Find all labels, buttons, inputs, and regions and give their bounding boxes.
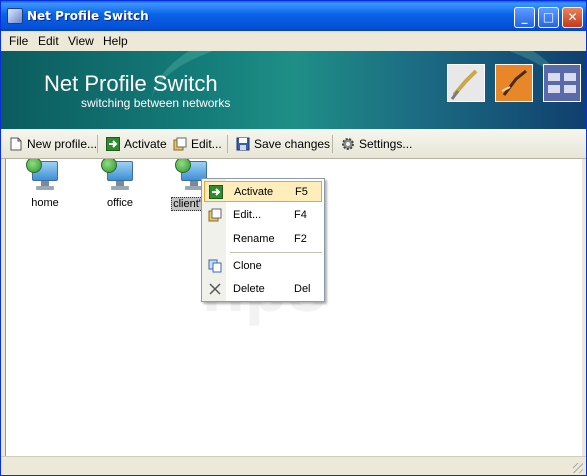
context-item-shortcut: Del [294, 283, 311, 295]
save-changes-label: Save changes [254, 137, 331, 151]
cable-image-orange [495, 64, 533, 102]
context-item-edit[interactable]: Edit... F4 [204, 205, 322, 226]
banner-subtitle: switching between networks [81, 96, 231, 110]
context-item-label: Rename [233, 233, 275, 245]
cable-image-white [447, 64, 485, 102]
save-changes-button[interactable]: Save changes [236, 135, 330, 153]
context-item-label: Clone [233, 260, 262, 272]
new-document-icon [10, 137, 22, 151]
context-item-shortcut: F2 [294, 233, 307, 245]
context-item-label: Edit... [233, 209, 262, 221]
profile-item-office[interactable]: office [85, 159, 155, 209]
activate-label: Activate [124, 137, 167, 151]
edit-button[interactable]: Edit... [173, 135, 222, 153]
window-title: Net Profile Switch [27, 9, 149, 23]
context-item-clone[interactable]: Clone [204, 256, 322, 277]
save-disk-icon [236, 137, 250, 151]
menu-file[interactable]: File [9, 34, 28, 48]
network-profile-icon [101, 159, 137, 193]
context-menu: Activate F5 Edit... F4 Rename F2 Clone D… [201, 178, 325, 302]
network-port-image [543, 64, 581, 102]
maximize-button[interactable]: □ [538, 7, 559, 28]
app-window: Net Profile Switch _ □ ✕ File Edit View … [0, 0, 587, 476]
context-item-shortcut: F5 [295, 186, 308, 198]
banner-title: Net Profile Switch [44, 71, 218, 96]
context-item-label: Activate [234, 186, 274, 198]
edit-icon [173, 137, 187, 151]
context-item-shortcut: F4 [294, 209, 307, 221]
settings-label: Settings... [359, 137, 413, 151]
clone-icon [208, 259, 222, 273]
context-menu-separator [230, 252, 322, 253]
minimize-button[interactable]: _ [514, 7, 535, 28]
context-item-activate[interactable]: Activate F5 [204, 181, 322, 202]
header-banner: Net Profile Switch switching between net… [1, 51, 586, 129]
profile-item-home[interactable]: home [10, 159, 80, 209]
menu-bar: File Edit View Help [1, 31, 586, 51]
toolbar: New profile... Activate Edit... Save cha… [1, 129, 586, 159]
activate-arrow-icon [106, 137, 120, 151]
edit-label: Edit... [191, 137, 222, 151]
toolbar-separator [97, 135, 98, 153]
resize-grip[interactable] [573, 463, 583, 473]
menu-view[interactable]: View [68, 34, 94, 48]
delete-x-icon [209, 283, 221, 295]
menu-edit[interactable]: Edit [38, 34, 59, 48]
context-item-label: Delete [233, 283, 265, 295]
context-item-delete[interactable]: Delete Del [204, 279, 322, 300]
settings-button[interactable]: Settings... [341, 135, 412, 153]
gear-icon [342, 138, 354, 150]
activate-button[interactable]: Activate [106, 135, 167, 153]
profile-label: office [106, 197, 134, 209]
new-profile-button[interactable]: New profile... [9, 135, 97, 153]
close-button[interactable]: ✕ [562, 7, 583, 28]
title-bar[interactable]: Net Profile Switch _ □ ✕ [1, 1, 586, 31]
activate-arrow-icon [209, 185, 223, 199]
context-item-rename[interactable]: Rename F2 [204, 229, 322, 250]
toolbar-separator [332, 135, 333, 153]
toolbar-separator [227, 135, 228, 153]
new-profile-label: New profile... [27, 137, 98, 151]
app-icon[interactable] [7, 8, 23, 24]
menu-help[interactable]: Help [103, 34, 128, 48]
status-bar [1, 456, 586, 475]
edit-icon [208, 208, 222, 222]
network-profile-icon [26, 159, 62, 193]
profile-label: home [31, 197, 59, 209]
